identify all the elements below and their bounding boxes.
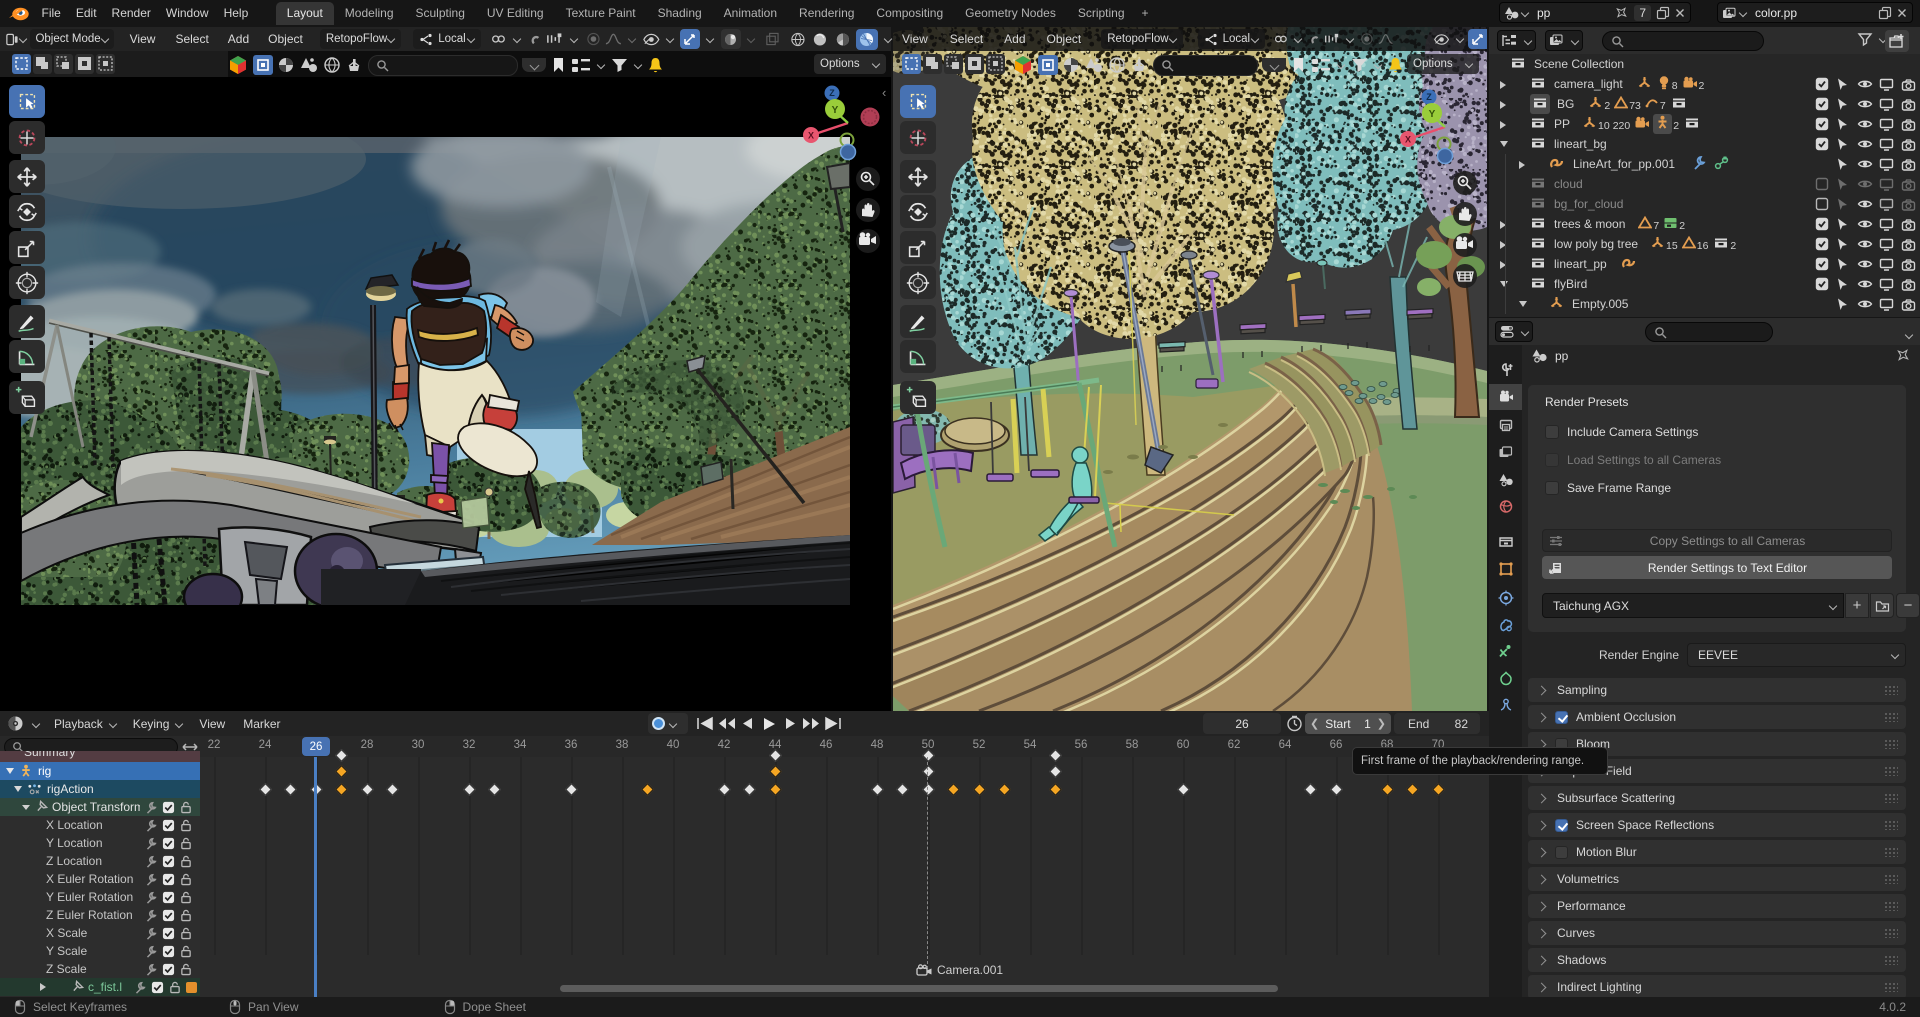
- svg-text:Z: Z: [829, 88, 835, 98]
- svg-text:Y: Y: [832, 105, 839, 116]
